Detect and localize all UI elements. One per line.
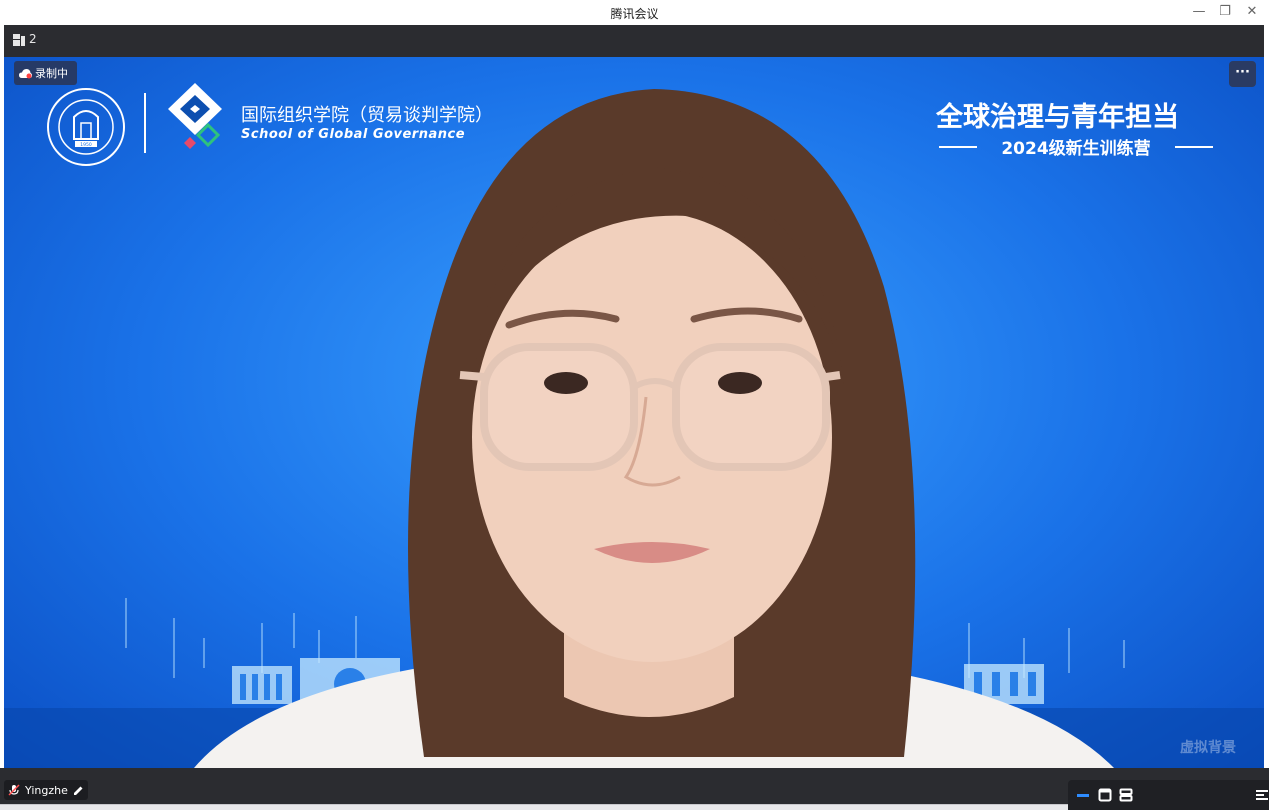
- layout-switcher: [1068, 780, 1269, 810]
- speaker-layout-icon[interactable]: [1076, 788, 1090, 802]
- restore-button[interactable]: ❐: [1214, 3, 1236, 21]
- participant-name-tag[interactable]: Yingzhe: [4, 780, 88, 800]
- participants-grid-icon[interactable]: [13, 34, 25, 46]
- main-video-view[interactable]: 录制中 ··· 1950 国际组织学院（贸易谈判学院） School of Gl…: [4, 57, 1264, 768]
- edit-name-icon[interactable]: [73, 785, 84, 796]
- gallery-layout-icon[interactable]: [1098, 788, 1112, 802]
- virtual-background-label: 虚拟背景: [1180, 740, 1236, 756]
- list-layout-icon[interactable]: [1119, 788, 1133, 802]
- taskbar-strip: [0, 804, 1068, 810]
- window-titlebar: 腾讯会议 — ❐ ✕: [0, 0, 1269, 25]
- close-button[interactable]: ✕: [1241, 3, 1263, 21]
- participant-video-feed: [194, 89, 1114, 768]
- sidebar-toggle-icon[interactable]: [1255, 788, 1269, 802]
- minimize-button[interactable]: —: [1188, 3, 1210, 21]
- meeting-toolbar: 2: [4, 25, 1264, 57]
- participant-count[interactable]: 2: [29, 32, 37, 46]
- window-title: 腾讯会议: [610, 7, 659, 21]
- microphone-muted-icon: [8, 784, 20, 796]
- participant-name: Yingzhe: [25, 783, 68, 797]
